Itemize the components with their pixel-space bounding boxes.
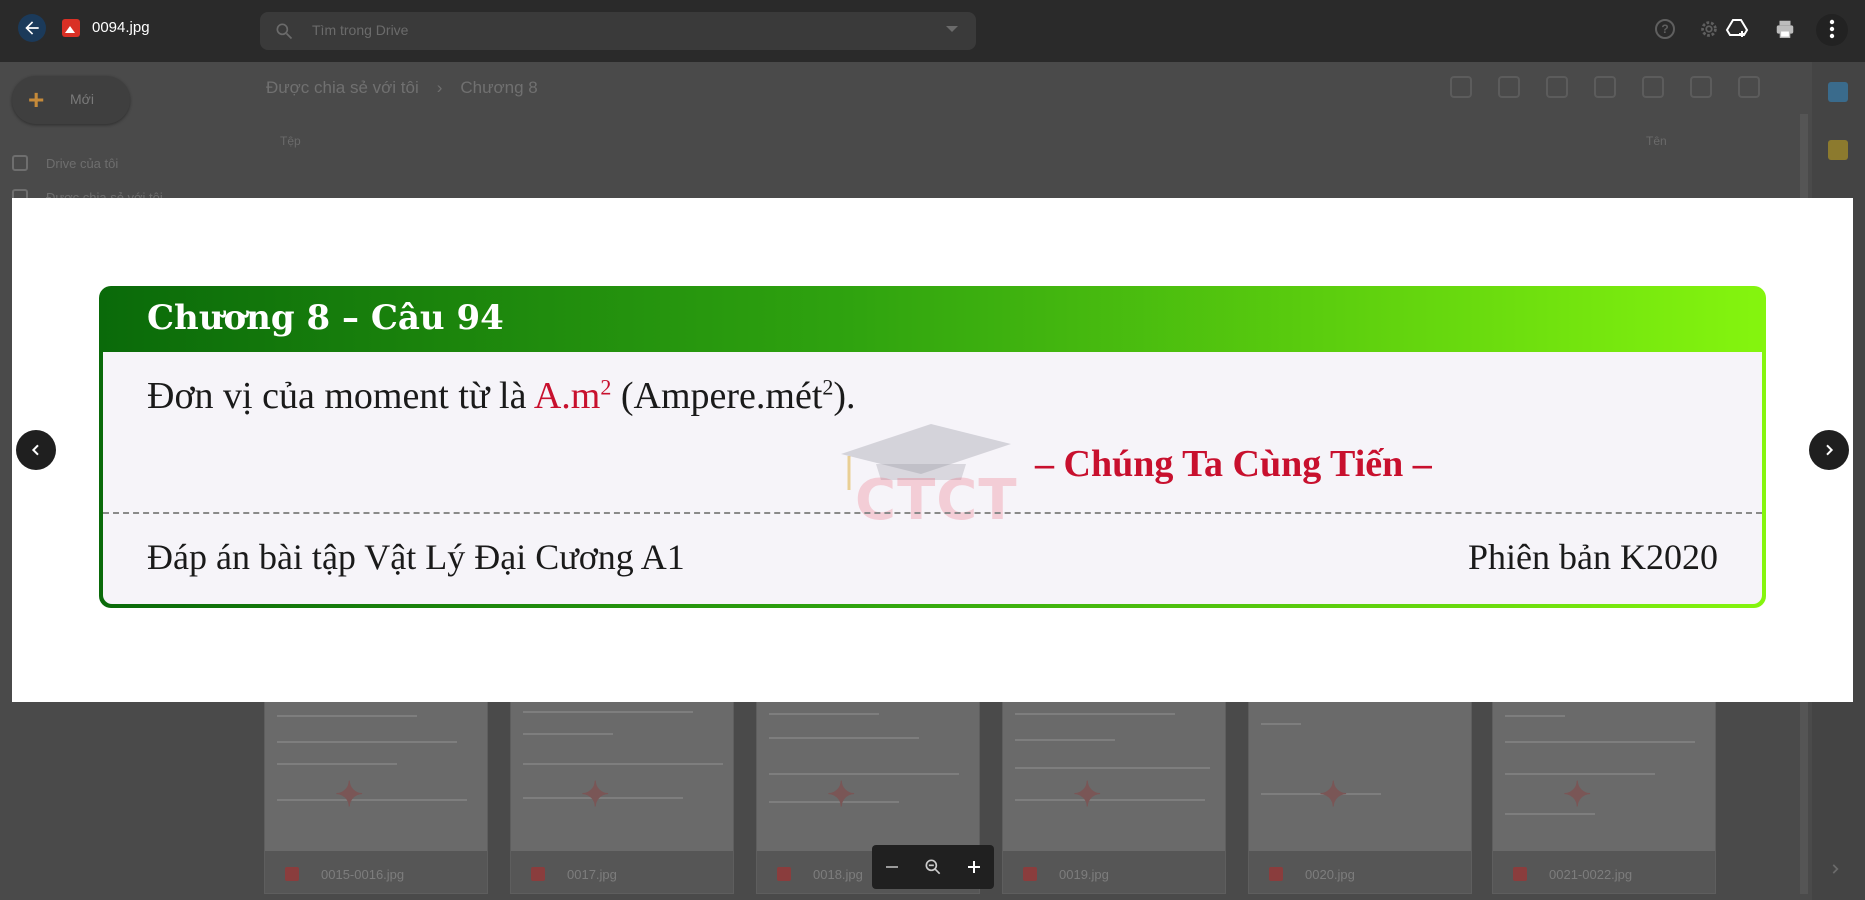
slogan: – Chúng Ta Cùng Tiến – (1035, 443, 1432, 485)
sidebar-item-my-drive[interactable]: Drive của tôi (12, 146, 163, 180)
minus-icon (886, 866, 899, 868)
file-card[interactable]: ✦ 0020.jpg (1248, 700, 1472, 894)
breadcrumb-item[interactable]: Được chia sẻ với tôi (266, 78, 419, 98)
image-file-icon (1269, 867, 1283, 881)
answer-unit-exponent: 2 (600, 374, 612, 400)
watermark-logo: ✦ (1073, 776, 1104, 814)
viewer-topbar: 0094.jpg ? (0, 0, 1865, 56)
footer-course: Đáp án bài tập Vật Lý Đại Cương A1 (147, 537, 685, 577)
link-icon[interactable] (1450, 76, 1472, 98)
trash-icon[interactable] (1594, 76, 1616, 98)
file-card[interactable]: ✦ 0015-0016.jpg (264, 700, 488, 894)
new-button[interactable]: + Mới (12, 76, 130, 124)
graduation-cap-logo: CTCT (821, 414, 1041, 533)
file-name: 0015-0016.jpg (321, 867, 405, 882)
answer-prefix: Đơn vị của moment từ là (147, 375, 534, 417)
answer-unit-name: (Ampere.mét (611, 375, 823, 417)
keep-icon[interactable] (1828, 140, 1848, 160)
list-view-icon[interactable] (1690, 76, 1712, 98)
answer-end: ). (833, 375, 856, 417)
add-to-drive-button[interactable] (1724, 16, 1750, 42)
new-button-label: Mới (70, 91, 94, 107)
zoom-controls (872, 845, 994, 889)
answer-unit: A.m (533, 375, 601, 417)
image-preview: Chương 8 – Câu 94 Đơn vị của moment từ l… (12, 198, 1853, 702)
file-thumbnail: ✦ (265, 701, 487, 851)
breadcrumb: Được chia sẻ với tôi › Chương 8 (266, 78, 538, 98)
watermark-logo: ✦ (581, 776, 612, 814)
calendar-icon[interactable] (1828, 82, 1848, 102)
sidebar-item-label: Drive của tôi (46, 155, 119, 171)
file-name: 0019.jpg (1059, 867, 1109, 882)
file-thumbnail: ✦ (757, 701, 979, 851)
column-name[interactable]: Tên (1646, 134, 1667, 148)
image-file-icon (531, 867, 545, 881)
plus-icon: + (28, 84, 45, 115)
image-file-icon (1023, 867, 1037, 881)
zoom-out-button[interactable] (877, 852, 907, 882)
watermark-logo: ✦ (1319, 776, 1350, 814)
watermark-logo: ✦ (827, 776, 858, 814)
file-list-header: Tệp Tên (270, 134, 1690, 154)
zoom-in-button[interactable] (959, 852, 989, 882)
preview-icon[interactable] (1546, 76, 1568, 98)
file-title: 0094.jpg (92, 19, 150, 36)
drive-icon (12, 155, 28, 171)
file-thumbnail: ✦ (1493, 701, 1715, 851)
file-card[interactable]: ✦ 0021-0022.jpg (1492, 700, 1716, 894)
share-icon[interactable] (1498, 76, 1520, 98)
settings-button[interactable] (1696, 16, 1722, 42)
print-icon (1776, 20, 1794, 38)
slide-banner: Chương 8 – Câu 94 Đơn vị của moment từ l… (99, 286, 1766, 608)
add-to-drive-icon (1725, 19, 1749, 37)
chevron-right-icon (1826, 444, 1834, 456)
arrow-left-icon (25, 21, 39, 35)
folder-actions (1450, 76, 1760, 98)
info-icon[interactable] (1738, 76, 1760, 98)
file-thumbnail: ✦ (1003, 701, 1225, 851)
slide-body: Đơn vị của moment từ là A.m2 (Ampere.mét… (103, 352, 1762, 604)
column-file: Tệp (280, 134, 301, 148)
chevron-left-icon (31, 444, 39, 456)
file-name: 0017.jpg (567, 867, 617, 882)
zoom-reset-button[interactable] (918, 852, 948, 882)
help-button[interactable]: ? (1652, 16, 1678, 42)
chevron-right-icon: › (436, 78, 443, 97)
next-button[interactable] (1809, 430, 1849, 470)
chevron-right-icon[interactable] (1828, 862, 1842, 876)
dashed-divider (103, 512, 1762, 514)
more-icon[interactable] (1642, 76, 1664, 98)
watermark-logo: ✦ (1563, 776, 1594, 814)
file-name: 0021-0022.jpg (1549, 867, 1633, 882)
breadcrumb-item[interactable]: Chương 8 (460, 78, 537, 98)
file-name: 0018.jpg (813, 867, 863, 882)
gear-icon (1701, 21, 1717, 37)
footer-version: Phiên bản K2020 (1468, 537, 1718, 577)
help-icon: ? (1655, 19, 1675, 39)
watermark-logo: ✦ (335, 776, 366, 814)
answer-text: Đơn vị của moment từ là A.m2 (Ampere.mét… (147, 374, 856, 418)
plus-icon (967, 861, 980, 873)
image-file-icon (1513, 867, 1527, 881)
file-thumbnail: ✦ (511, 701, 733, 851)
image-file-icon (62, 19, 80, 37)
more-vert-icon (1829, 19, 1835, 39)
more-options-button[interactable] (1819, 16, 1845, 42)
image-file-icon (285, 867, 299, 881)
back-button[interactable] (18, 14, 46, 42)
previous-button[interactable] (16, 430, 56, 470)
image-file-icon (777, 867, 791, 881)
zoom-icon (925, 859, 941, 875)
print-button[interactable] (1772, 16, 1798, 42)
file-card[interactable]: ✦ 0017.jpg (510, 700, 734, 894)
slide-title: Chương 8 – Câu 94 (147, 298, 504, 338)
answer-unit-name-exponent: 2 (822, 374, 834, 400)
file-thumbnail: ✦ (1249, 701, 1471, 851)
watermark-text: CTCT (855, 468, 1018, 533)
file-card[interactable]: ✦ 0019.jpg (1002, 700, 1226, 894)
file-name: 0020.jpg (1305, 867, 1355, 882)
